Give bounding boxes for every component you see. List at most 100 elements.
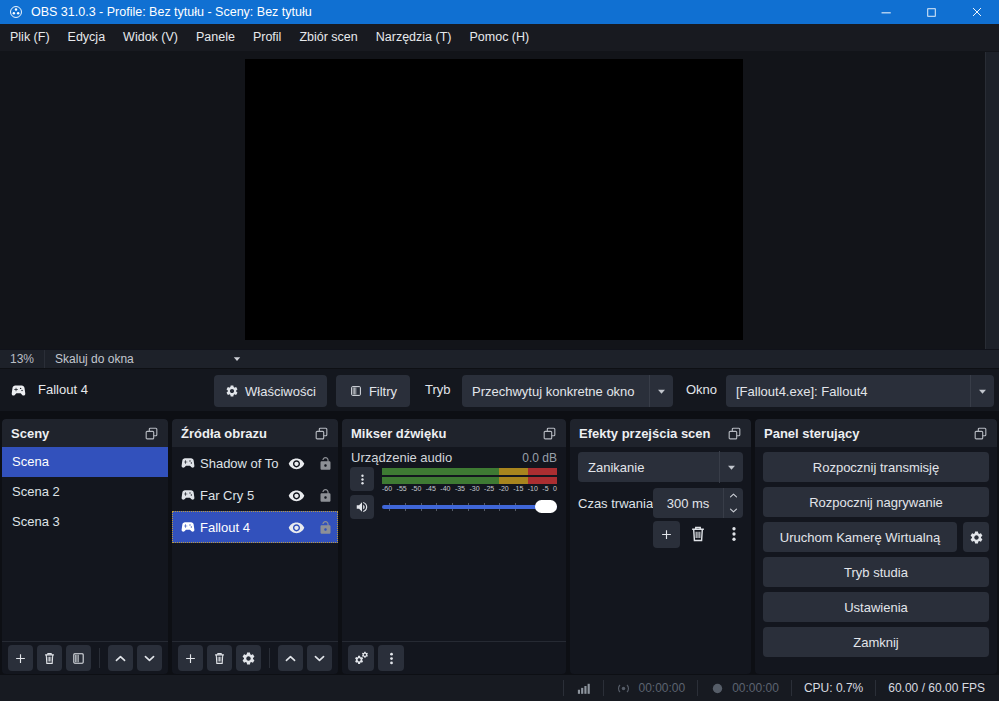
- popout-icon[interactable]: [542, 426, 557, 441]
- connection-quality: [564, 681, 603, 696]
- preview-canvas[interactable]: [245, 59, 743, 340]
- transition-dropdown[interactable]: Zanikanie: [578, 452, 743, 482]
- add-transition-button[interactable]: [653, 521, 680, 548]
- scenes-dock-header[interactable]: Sceny: [2, 419, 168, 447]
- capture-mode-dropdown[interactable]: Przechwytuj konkretne okno: [462, 375, 673, 407]
- status-bar: 00:00:00 00:00:00 CPU: 0.7% 60.00 / 60.0…: [0, 675, 999, 701]
- sources-toolbar: [172, 641, 338, 674]
- spin-down-button[interactable]: [724, 503, 743, 518]
- remove-scene-button[interactable]: [37, 645, 62, 671]
- scale-dropdown-arrow-icon[interactable]: [230, 352, 244, 366]
- db-value: 0.0 dB: [522, 451, 557, 465]
- spin-up-button[interactable]: [724, 488, 743, 503]
- mute-button[interactable]: [350, 495, 374, 519]
- lock-icon[interactable]: [318, 456, 333, 471]
- mixer-menu-button[interactable]: [378, 645, 404, 671]
- source-item[interactable]: Shadow of To: [172, 447, 338, 479]
- dock-area: Sceny Scena Scena 2 Scena 3 Źródła obraz…: [0, 411, 999, 675]
- minimize-button[interactable]: [864, 0, 909, 24]
- mode-label: Tryb: [425, 369, 451, 411]
- zoom-percent: 13%: [0, 352, 44, 366]
- virtual-camera-settings-button[interactable]: [963, 522, 989, 552]
- eye-icon[interactable]: [288, 519, 305, 536]
- properties-button[interactable]: Właściwości: [214, 375, 327, 407]
- popout-icon[interactable]: [314, 426, 329, 441]
- menu-profil[interactable]: Profil: [244, 24, 290, 51]
- menu-panele[interactable]: Panele: [187, 24, 244, 51]
- move-source-down-button[interactable]: [307, 645, 332, 671]
- move-source-up-button[interactable]: [278, 645, 303, 671]
- popout-icon[interactable]: [727, 426, 742, 441]
- divider: [99, 648, 100, 668]
- gear-icon: [969, 530, 984, 545]
- gamepad-icon: [180, 455, 196, 471]
- lock-icon[interactable]: [318, 520, 333, 535]
- gear-icon: [225, 384, 239, 398]
- add-source-button[interactable]: [178, 645, 203, 671]
- scene-item[interactable]: Scena: [2, 447, 168, 477]
- window-title: OBS 31.0.3 - Profile: Bez tytułu - Sceny…: [31, 5, 312, 19]
- remove-transition-button[interactable]: [688, 524, 708, 544]
- signal-bars-icon: [576, 681, 591, 696]
- move-scene-down-button[interactable]: [137, 645, 162, 671]
- menu-pomoc[interactable]: Pomoc (H): [460, 24, 538, 51]
- maximize-button[interactable]: [909, 0, 954, 24]
- close-button[interactable]: [954, 0, 999, 24]
- meter-scale: -60-55-50-45-40-35-30-25-20-15-10-50: [382, 485, 557, 492]
- controls-dock-header[interactable]: Panel sterujący: [755, 419, 997, 447]
- menu-widok[interactable]: Widok (V): [114, 24, 187, 51]
- advanced-audio-button[interactable]: [348, 645, 374, 671]
- controls-body: Rozpocznij transmisję Rozpocznij nagrywa…: [763, 447, 989, 657]
- scenes-list: Scena Scena 2 Scena 3: [2, 447, 168, 537]
- mixer-kebab-button[interactable]: [350, 467, 374, 491]
- transitions-dock: Efekty przejścia scen Zanikanie Czas trw…: [570, 419, 751, 674]
- lock-icon[interactable]: [318, 488, 333, 503]
- chevron-down-icon: [649, 375, 673, 407]
- cpu-usage: CPU: 0.7%: [792, 681, 875, 695]
- exit-button[interactable]: Zamknij: [763, 627, 989, 657]
- popout-icon[interactable]: [973, 426, 988, 441]
- preview-area: [0, 51, 999, 349]
- source-item[interactable]: Far Cry 5: [172, 479, 338, 511]
- eye-icon[interactable]: [288, 455, 305, 472]
- duration-spinbox[interactable]: 300 ms: [653, 488, 743, 518]
- sources-dock-header[interactable]: Źródła obrazu: [172, 419, 338, 447]
- menu-narzedzia[interactable]: Narzędzia (T): [367, 24, 461, 51]
- scene-item[interactable]: Scena 3: [2, 507, 168, 537]
- remove-source-button[interactable]: [207, 645, 232, 671]
- volume-slider[interactable]: [382, 495, 557, 519]
- controls-dock: Panel sterujący Rozpocznij transmisję Ro…: [755, 419, 997, 674]
- transitions-dock-header[interactable]: Efekty przejścia scen: [570, 419, 751, 447]
- menu-edycja[interactable]: Edycja: [59, 24, 115, 51]
- move-scene-up-button[interactable]: [108, 645, 133, 671]
- mixer-dock-header[interactable]: Mikser dźwięku: [342, 419, 566, 447]
- scale-to-window-label[interactable]: Skaluj do okna: [45, 352, 144, 366]
- slider-handle[interactable]: [535, 500, 557, 513]
- menu-bar: Plik (F) Edycja Widok (V) Panele Profil …: [0, 24, 999, 51]
- start-recording-button[interactable]: Rozpocznij nagrywanie: [763, 487, 989, 517]
- stream-status: 00:00:00: [604, 681, 697, 696]
- divider: [269, 648, 270, 668]
- start-streaming-button[interactable]: Rozpocznij transmisję: [763, 452, 989, 482]
- mixer-toolbar: [342, 641, 566, 674]
- menu-zbior-scen[interactable]: Zbiór scen: [290, 24, 366, 51]
- title-bar: OBS 31.0.3 - Profile: Bez tytułu - Sceny…: [0, 0, 999, 24]
- preview-vertical-scrollbar[interactable]: [985, 52, 999, 349]
- transition-menu-button[interactable]: [725, 525, 743, 543]
- eye-icon[interactable]: [288, 487, 305, 504]
- add-scene-button[interactable]: [8, 645, 33, 671]
- studio-mode-button[interactable]: Tryb studia: [763, 557, 989, 587]
- obs-logo-icon: [9, 5, 23, 19]
- gamepad-icon: [180, 487, 196, 503]
- start-virtual-camera-button[interactable]: Uruchom Kamerę Wirtualną: [763, 522, 957, 552]
- menu-plik[interactable]: Plik (F): [1, 24, 59, 51]
- capture-window-dropdown[interactable]: [Fallout4.exe]: Fallout4: [726, 375, 994, 407]
- filters-button[interactable]: Filtry: [336, 375, 410, 407]
- settings-button[interactable]: Ustawienia: [763, 592, 989, 622]
- scene-item[interactable]: Scena 2: [2, 477, 168, 507]
- source-properties-button[interactable]: [236, 645, 261, 671]
- fps-indicator: 60.00 / 60.00 FPS: [876, 681, 999, 695]
- popout-icon[interactable]: [144, 426, 159, 441]
- scene-filters-button[interactable]: [66, 645, 91, 671]
- source-item[interactable]: Fallout 4: [172, 511, 338, 543]
